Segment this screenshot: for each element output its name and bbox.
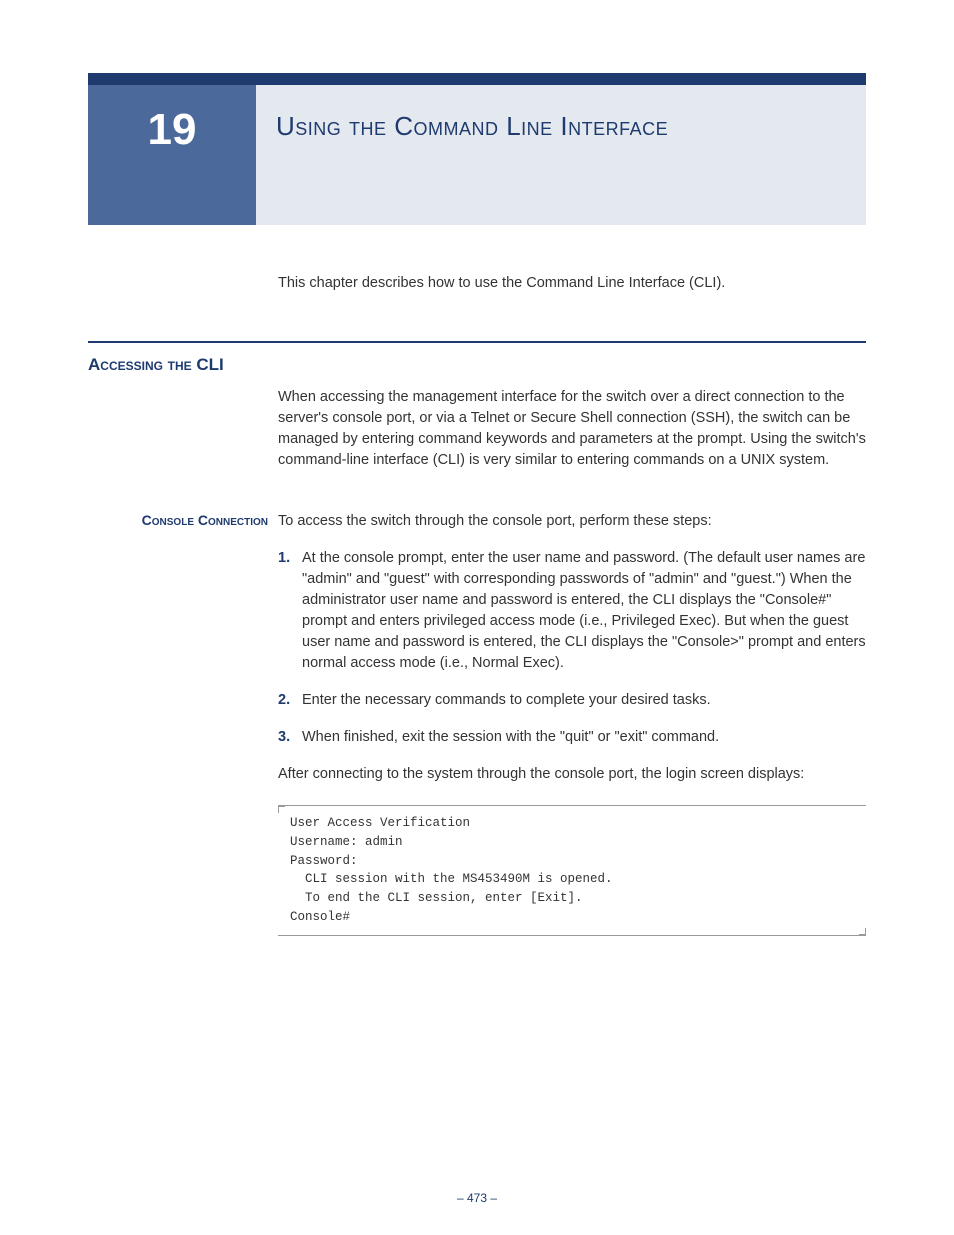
section-body: When accessing the management interface … bbox=[278, 387, 866, 471]
chapter-number: 19 bbox=[88, 85, 256, 225]
chapter-title-block: Using the Command Line Interface bbox=[256, 85, 866, 225]
after-steps-text: After connecting to the system through t… bbox=[278, 764, 866, 785]
subsection-console-connection: Console Connection To access the switch … bbox=[88, 511, 866, 785]
section-divider bbox=[88, 341, 866, 343]
subsection-label: Console Connection bbox=[88, 511, 268, 531]
subsection-intro: To access the switch through the console… bbox=[278, 511, 866, 532]
chapter-intro: This chapter describes how to use the Co… bbox=[278, 275, 866, 291]
step-number: 2. bbox=[278, 690, 290, 711]
steps-list: 1. At the console prompt, enter the user … bbox=[278, 548, 866, 748]
step-text: Enter the necessary commands to complete… bbox=[302, 692, 711, 708]
step-text: At the console prompt, enter the user na… bbox=[302, 550, 866, 671]
step-number: 3. bbox=[278, 727, 290, 748]
list-item: 2. Enter the necessary commands to comple… bbox=[278, 690, 866, 711]
step-text: When finished, exit the session with the… bbox=[302, 729, 719, 745]
page-number: – 473 – bbox=[0, 1191, 954, 1205]
list-item: 3. When finished, exit the session with t… bbox=[278, 727, 866, 748]
step-number: 1. bbox=[278, 548, 290, 569]
section-heading-accessing-cli: Accessing the CLI bbox=[88, 355, 866, 375]
chapter-header: 19 Using the Command Line Interface bbox=[88, 85, 866, 225]
code-block-login-screen: User Access Verification Username: admin… bbox=[278, 805, 866, 936]
chapter-title: Using the Command Line Interface bbox=[276, 107, 668, 146]
list-item: 1. At the console prompt, enter the user … bbox=[278, 548, 866, 674]
